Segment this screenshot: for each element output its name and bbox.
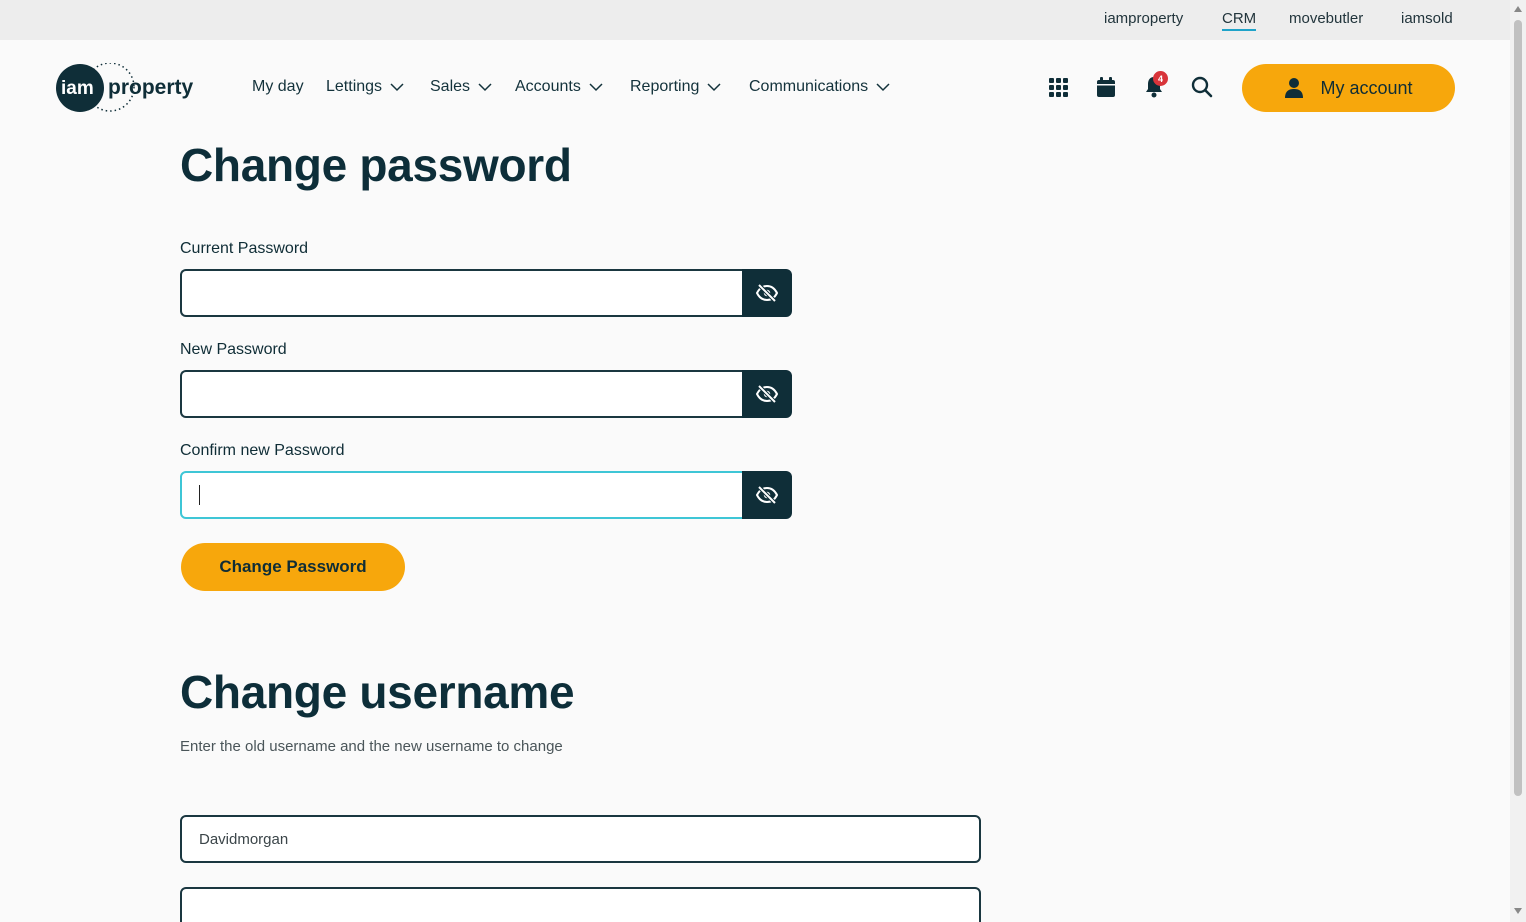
- current-password-label: Current Password: [180, 240, 309, 257]
- chevron-down-icon: [876, 82, 890, 91]
- nav-label: My day: [252, 78, 304, 95]
- nav-label: Reporting: [630, 78, 700, 95]
- eye-slash-icon: [756, 385, 778, 403]
- change-password-title: Change password: [180, 139, 572, 191]
- chevron-down-icon: [589, 82, 603, 91]
- nav-my-day[interactable]: My day: [252, 78, 304, 96]
- chevron-down-icon: [390, 82, 404, 91]
- confirm-password-label: Confirm new Password: [180, 442, 345, 459]
- nav-label: Communications: [749, 78, 869, 95]
- apps-grid-icon[interactable]: [1046, 75, 1070, 99]
- nav-communications[interactable]: Communications: [749, 78, 890, 96]
- current-password-group: [180, 269, 792, 317]
- change-password-button[interactable]: Change Password: [181, 543, 405, 591]
- new-password-input[interactable]: [180, 370, 744, 418]
- topbar-link-iamsold[interactable]: iamsold: [1401, 10, 1453, 27]
- eye-slash-icon: [756, 284, 778, 302]
- search-icon[interactable]: [1190, 75, 1214, 99]
- scroll-down-arrow[interactable]: [1514, 908, 1522, 914]
- nav-label: Accounts: [515, 78, 581, 95]
- calendar-icon[interactable]: [1094, 75, 1118, 99]
- chevron-down-icon: [478, 82, 492, 91]
- my-account-button[interactable]: My account: [1242, 64, 1455, 112]
- scroll-up-arrow[interactable]: [1514, 6, 1522, 12]
- confirm-password-group: [180, 471, 792, 519]
- change-username-description: Enter the old username and the new usern…: [180, 738, 563, 755]
- nav-label: Lettings: [326, 78, 383, 95]
- new-username-input[interactable]: [180, 887, 981, 922]
- user-icon: [1285, 78, 1304, 98]
- nav-reporting[interactable]: Reporting: [630, 78, 721, 96]
- change-username-title: Change username: [180, 666, 575, 718]
- iamproperty-logo[interactable]: iam property: [56, 62, 202, 113]
- nav-sales[interactable]: Sales: [430, 78, 492, 96]
- page-scrollbar[interactable]: [1510, 0, 1526, 922]
- svg-text:property: property: [108, 76, 194, 99]
- toggle-current-password-visibility[interactable]: [742, 269, 792, 317]
- top-brand-bar: iamproperty CRM movebutler iamsold: [0, 0, 1510, 40]
- nav-accounts[interactable]: Accounts: [515, 78, 603, 96]
- svg-text:iam: iam: [61, 78, 94, 99]
- my-account-label: My account: [1320, 77, 1413, 98]
- new-password-label: New Password: [180, 341, 287, 358]
- text-caret: [199, 485, 200, 505]
- toggle-new-password-visibility[interactable]: [742, 370, 792, 418]
- topbar-link-iamproperty[interactable]: iamproperty: [1104, 10, 1183, 27]
- topbar-link-movebutler[interactable]: movebutler: [1289, 10, 1363, 27]
- old-username-input[interactable]: [180, 815, 981, 863]
- new-password-group: [180, 370, 792, 418]
- eye-slash-icon: [756, 486, 778, 504]
- chevron-down-icon: [707, 82, 721, 91]
- current-password-input[interactable]: [180, 269, 744, 317]
- confirm-password-input[interactable]: [180, 471, 744, 519]
- topbar-link-crm[interactable]: CRM: [1222, 10, 1257, 31]
- toggle-confirm-password-visibility[interactable]: [742, 471, 792, 519]
- notification-badge: 4: [1153, 71, 1168, 86]
- nav-label: Sales: [430, 78, 471, 95]
- scroll-thumb[interactable]: [1514, 20, 1522, 796]
- nav-lettings[interactable]: Lettings: [326, 78, 404, 96]
